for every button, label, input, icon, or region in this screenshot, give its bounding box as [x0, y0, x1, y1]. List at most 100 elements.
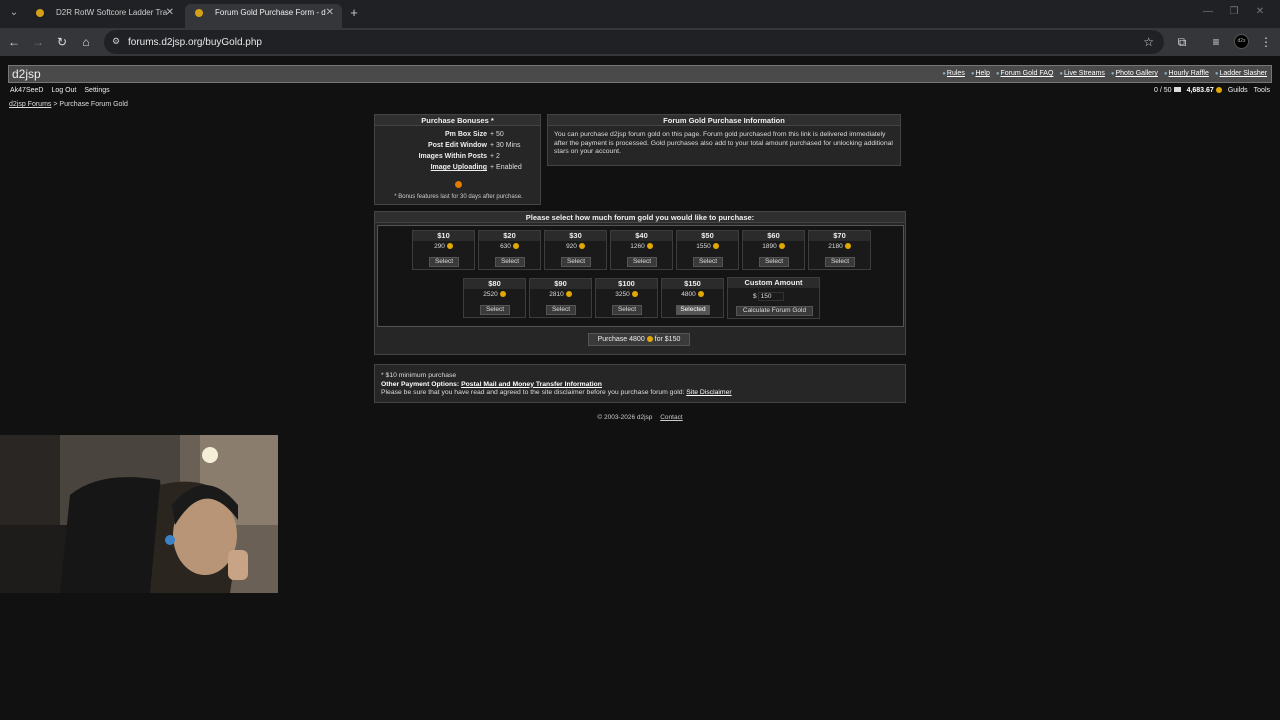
option-price: $100 — [596, 279, 657, 289]
calculate-forum-gold-button[interactable]: Calculate Forum Gold — [736, 306, 813, 316]
bookmark-star-icon[interactable]: ☆ — [1143, 35, 1154, 49]
link-live-streams[interactable]: Live Streams — [1059, 70, 1105, 77]
address-bar[interactable]: ⚙ forums.d2jsp.org/buyGold.php ☆ — [104, 30, 1164, 54]
option-price: $20 — [479, 231, 540, 241]
site-disclaimer-link[interactable]: Site Disclaimer — [686, 389, 731, 396]
webcam-overlay — [0, 435, 278, 593]
tab-search-chevron-icon[interactable]: ⌄ — [6, 5, 22, 21]
select-button[interactable]: Select — [693, 257, 723, 267]
select-button[interactable]: Select — [612, 305, 642, 315]
select-button[interactable]: Select — [561, 257, 591, 267]
other-payment-row: Other Payment Options: Postal Mail and M… — [381, 381, 899, 390]
gold-amount: 920 — [566, 243, 577, 250]
gold-coin-icon — [646, 336, 653, 342]
logout-link[interactable]: Log Out — [51, 87, 76, 94]
new-tab-button[interactable]: + — [347, 4, 361, 22]
option-gold: 3250 — [596, 291, 657, 298]
option-20: $20 630 Select — [478, 230, 541, 270]
guilds-link[interactable]: Guilds — [1228, 87, 1248, 94]
gold-amount: 2810 — [549, 291, 564, 298]
gold-balance[interactable]: 4,683.67 — [1187, 87, 1222, 94]
option-gold: 1890 — [743, 243, 804, 250]
site-logo[interactable]: d2jsp — [12, 67, 41, 81]
purchase-bonuses-panel: Purchase Bonuses * Pm Box Size + 50 Post … — [374, 114, 541, 205]
panel-title: Please select how much forum gold you wo… — [375, 212, 905, 223]
tab-d2r-ladder[interactable]: D2R RotW Softcore Ladder Tra ✕ — [26, 4, 182, 28]
gold-coin-icon — [697, 291, 704, 297]
option-90: $90 2810 Select — [529, 278, 592, 318]
option-gold: 2180 — [809, 243, 870, 250]
contact-link[interactable]: Contact — [660, 414, 682, 421]
option-price: $80 — [464, 279, 525, 289]
mail-icon — [1173, 87, 1181, 92]
option-80: $80 2520 Select — [463, 278, 526, 318]
bonus-note: * Bonus features last for 30 days after … — [394, 194, 523, 200]
options-grid: $10 290 Select $20 630 Select $30 920 Se… — [377, 225, 904, 327]
select-button[interactable]: Select — [759, 257, 789, 267]
panel-title: Forum Gold Purchase Information — [548, 115, 900, 126]
link-hourly-raffle[interactable]: Hourly Raffle — [1164, 70, 1209, 77]
option-gold: 920 — [545, 243, 606, 250]
purchase-suffix: for $150 — [654, 336, 681, 343]
gold-amount: 2180 — [828, 243, 843, 250]
forward-icon[interactable]: → — [30, 34, 46, 50]
site-info-icon[interactable]: ⚙ — [112, 36, 120, 47]
tools-link[interactable]: Tools — [1254, 87, 1270, 94]
purchase-info-panel: Forum Gold Purchase Information You can … — [547, 114, 901, 166]
gold-amount: 2520 — [483, 291, 498, 298]
media-controls-icon[interactable]: ≡ — [1208, 34, 1224, 50]
link-rules[interactable]: Rules — [942, 70, 965, 77]
image-uploading-link[interactable]: Image Uploading — [431, 162, 487, 173]
window-close-icon[interactable]: ✕ — [1252, 6, 1268, 17]
restore-icon[interactable]: ❐ — [1226, 6, 1242, 17]
purchase-button[interactable]: Purchase 4800 for $150 — [588, 333, 690, 346]
pm-count[interactable]: 0 / 50 — [1154, 87, 1181, 94]
bonus-value: + Enabled — [490, 164, 522, 171]
option-price: $30 — [545, 231, 606, 241]
option-100: $100 3250 Select — [595, 278, 658, 318]
select-button[interactable]: Select — [495, 257, 525, 267]
link-forum-gold-faq[interactable]: Forum Gold FAQ — [996, 70, 1053, 77]
tab-title: Forum Gold Purchase Form - d — [215, 8, 326, 17]
breadcrumb: d2jsp Forums > Purchase Forum Gold — [9, 101, 128, 108]
gold-balance-text: 4,683.67 — [1186, 87, 1214, 94]
option-10: $10 290 Select — [412, 230, 475, 270]
minimize-icon[interactable]: — — [1200, 6, 1216, 17]
select-button[interactable]: Select — [480, 305, 510, 315]
settings-link[interactable]: Settings — [84, 87, 109, 94]
select-button[interactable]: Select — [627, 257, 657, 267]
username-link[interactable]: Ak47SeeD — [10, 87, 43, 94]
bonus-coin-icon — [455, 181, 462, 188]
menu-kebab-icon[interactable]: ⋮ — [1258, 34, 1274, 50]
custom-amount-input[interactable]: 150 — [757, 292, 784, 301]
gold-selection-panel: Please select how much forum gold you wo… — [374, 211, 906, 355]
profile-avatar[interactable]: d2s — [1234, 34, 1249, 49]
extensions-icon[interactable]: ⧉ — [1174, 34, 1190, 50]
selected-button[interactable]: Selected — [676, 305, 710, 315]
gold-coin-icon — [1215, 87, 1222, 93]
select-button[interactable]: Select — [546, 305, 576, 315]
gold-coin-icon — [712, 243, 719, 249]
option-gold: 1260 — [611, 243, 672, 250]
bonus-value: + 30 Mins — [490, 142, 521, 149]
option-gold: 2520 — [464, 291, 525, 298]
select-button[interactable]: Select — [825, 257, 855, 267]
close-tab-icon[interactable]: ✕ — [166, 4, 174, 22]
reload-icon[interactable]: ↻ — [54, 34, 70, 50]
back-icon[interactable]: ← — [6, 34, 22, 50]
breadcrumb-home[interactable]: d2jsp Forums — [9, 101, 51, 108]
link-ladder-slasher[interactable]: Ladder Slasher — [1215, 70, 1267, 77]
close-tab-icon[interactable]: ✕ — [326, 4, 334, 22]
link-photo-gallery[interactable]: Photo Gallery — [1111, 70, 1158, 77]
tab-forum-gold[interactable]: Forum Gold Purchase Form - d ✕ — [185, 4, 342, 28]
currency-symbol: $ — [753, 293, 757, 300]
select-button[interactable]: Select — [429, 257, 459, 267]
option-gold: 1550 — [677, 243, 738, 250]
bonus-key: Pm Box Size — [444, 131, 487, 138]
gold-amount: 4800 — [681, 291, 696, 298]
postal-mail-link[interactable]: Postal Mail and Money Transfer Informati… — [461, 381, 602, 388]
option-price: $70 — [809, 231, 870, 241]
link-help[interactable]: Help — [971, 70, 989, 77]
option-70: $70 2180 Select — [808, 230, 871, 270]
home-icon[interactable]: ⌂ — [78, 34, 94, 50]
